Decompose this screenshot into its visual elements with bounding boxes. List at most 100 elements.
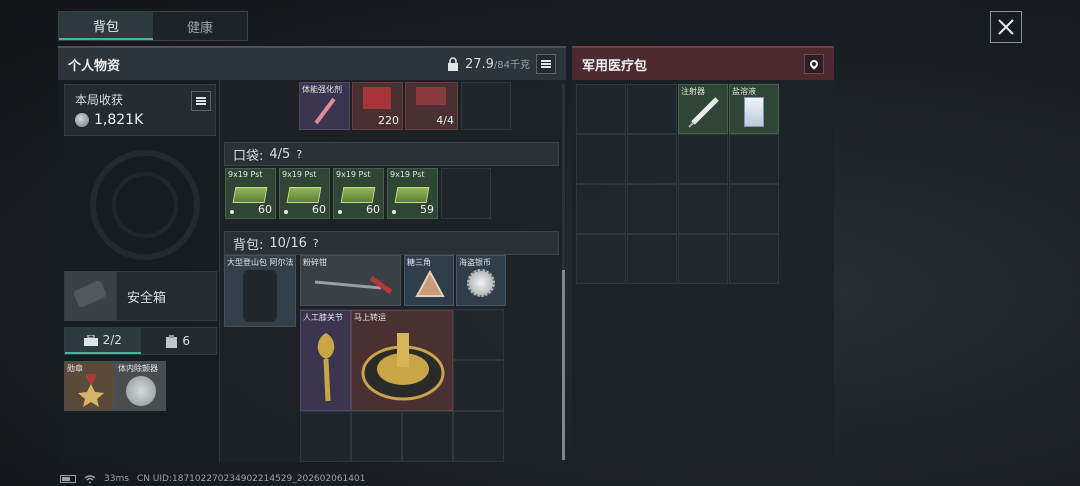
item-label: 9x19 Pst <box>282 170 317 179</box>
empty-slot[interactable] <box>627 134 677 184</box>
empty-slot[interactable] <box>441 168 491 219</box>
top-tabs: 背包 健康 <box>58 11 248 41</box>
coin-icon <box>467 269 495 297</box>
empty-slot[interactable] <box>576 134 626 184</box>
item-backpack[interactable]: 大型登山包 阿尔法 <box>224 255 296 327</box>
empty-slot[interactable] <box>627 84 677 134</box>
backpack-icon <box>243 270 277 322</box>
item-count: 60 <box>312 203 326 216</box>
item-count: 4/4 <box>436 114 454 127</box>
item-label: 糖三角 <box>407 258 431 267</box>
item-pirate-coin[interactable]: 海盗银币 <box>456 255 506 306</box>
item-count: 220 <box>378 114 399 127</box>
item-artificial-knee[interactable]: 人工膝关节 <box>300 310 351 411</box>
item-medkit-2[interactable]: 4/4 <box>405 82 458 130</box>
status-bar: 33ms CN UID:18710227023490221452​9_20260… <box>60 473 365 485</box>
tab-backpack[interactable]: 背包 <box>59 12 153 40</box>
empty-slot[interactable] <box>678 184 728 234</box>
toolbox-icon <box>83 334 98 346</box>
wheel-icon <box>361 333 445 401</box>
medical-kit-header: 军用医疗包 <box>572 46 834 80</box>
empty-slot[interactable] <box>453 309 504 360</box>
tab-health[interactable]: 健康 <box>153 12 247 40</box>
emblem-inner <box>112 172 178 238</box>
item-syringe[interactable]: 注射器 <box>678 84 728 134</box>
empty-slot[interactable] <box>300 411 351 462</box>
empty-slot[interactable] <box>627 234 677 284</box>
harvest-list-button[interactable] <box>191 91 211 111</box>
tab-clipboard[interactable]: 6 <box>141 328 217 354</box>
pocket-item[interactable]: 9x19 Pst 60 <box>225 168 276 219</box>
list-icon <box>196 97 206 105</box>
ammo-box-icon <box>286 187 322 203</box>
close-icon <box>998 19 1014 35</box>
knee-joint-icon <box>317 333 335 402</box>
item-label: 体内除颤器 <box>118 364 158 373</box>
harvest-label: 本局收获 <box>75 93 124 107</box>
item-defibrillator[interactable]: 体内除颤器 <box>115 361 166 411</box>
item-crusher-pliers[interactable]: 粉碎钳 <box>300 255 401 306</box>
safebox-slot[interactable]: 安全箱 <box>64 271 217 321</box>
item-saline[interactable]: 盐溶液 <box>729 84 779 134</box>
empty-slot[interactable] <box>576 84 626 134</box>
bag-count: 10/16 <box>269 235 307 251</box>
medkit-icon <box>363 87 391 109</box>
item-label: 马上转运 <box>354 313 386 322</box>
empty-slot[interactable] <box>576 234 626 284</box>
item-count: 60 <box>258 203 272 216</box>
empty-slot[interactable] <box>678 234 728 284</box>
empty-slot[interactable] <box>729 234 779 284</box>
scrollbar-thumb[interactable] <box>562 270 565 460</box>
empty-slot[interactable] <box>453 411 504 462</box>
pocket-item[interactable]: 9x19 Pst 60 <box>279 168 330 219</box>
ammo-box-icon <box>394 187 430 203</box>
safebox-icon <box>65 271 117 321</box>
coin-icon <box>75 113 89 127</box>
pocket-item[interactable]: 9x19 Pst 60 <box>333 168 384 219</box>
tab-equipment-count: 2/2 <box>102 333 122 347</box>
pocket-count: 4/5 <box>269 146 291 162</box>
empty-slot[interactable] <box>576 184 626 234</box>
item-label: 9x19 Pst <box>228 170 263 179</box>
empty-slot[interactable] <box>729 184 779 234</box>
item-label: 盐溶液 <box>732 87 756 96</box>
item-label: 体能强化剂 <box>302 85 342 94</box>
item-sugar-triangle[interactable]: 糖三角 <box>404 255 454 306</box>
triangle-icon <box>415 270 445 297</box>
medkit-icon <box>416 87 446 105</box>
weight-display: 27.9/84千克 <box>447 54 556 74</box>
lock-icon <box>447 57 458 71</box>
pocket-bar: 口袋: 4/5 ? <box>224 142 559 166</box>
item-medkit[interactable]: 220 <box>352 82 403 130</box>
syringe-icon <box>314 97 336 125</box>
ammo-box-icon <box>340 187 376 203</box>
empty-slot[interactable] <box>461 82 511 130</box>
empty-slot[interactable] <box>453 360 504 411</box>
locate-button[interactable] <box>804 54 824 74</box>
empty-slot[interactable] <box>402 411 453 462</box>
close-button[interactable] <box>990 11 1022 43</box>
ping-value: 33ms <box>104 474 129 484</box>
personal-items-header: 个人物资 27.9/84千克 <box>58 46 566 80</box>
item-stamina-booster[interactable]: 体能强化剂 <box>299 82 350 130</box>
sort-button[interactable] <box>536 54 556 74</box>
pocket-item[interactable]: 9x19 Pst 59 <box>387 168 438 219</box>
empty-slot[interactable] <box>627 184 677 234</box>
empty-slot[interactable] <box>351 411 402 462</box>
help-icon[interactable]: ? <box>296 148 302 161</box>
empty-slot[interactable] <box>729 134 779 184</box>
list-icon <box>541 60 551 68</box>
help-icon[interactable]: ? <box>313 237 319 250</box>
item-lucky-wheel[interactable]: 马上转运 <box>351 310 453 411</box>
item-count: 59 <box>420 203 434 216</box>
saline-bottle-icon <box>744 97 764 127</box>
item-label: 粉碎钳 <box>303 258 327 267</box>
tab-equipment[interactable]: 2/2 <box>65 328 141 354</box>
weight-max: /84千克 <box>493 60 530 71</box>
item-medal[interactable]: 勋章 <box>64 361 115 411</box>
wifi-icon <box>84 474 96 483</box>
weight-value: 27.9 <box>464 57 494 72</box>
harvest-value: 1,821K <box>94 112 144 128</box>
empty-slot[interactable] <box>678 134 728 184</box>
location-pin-icon <box>808 58 820 70</box>
